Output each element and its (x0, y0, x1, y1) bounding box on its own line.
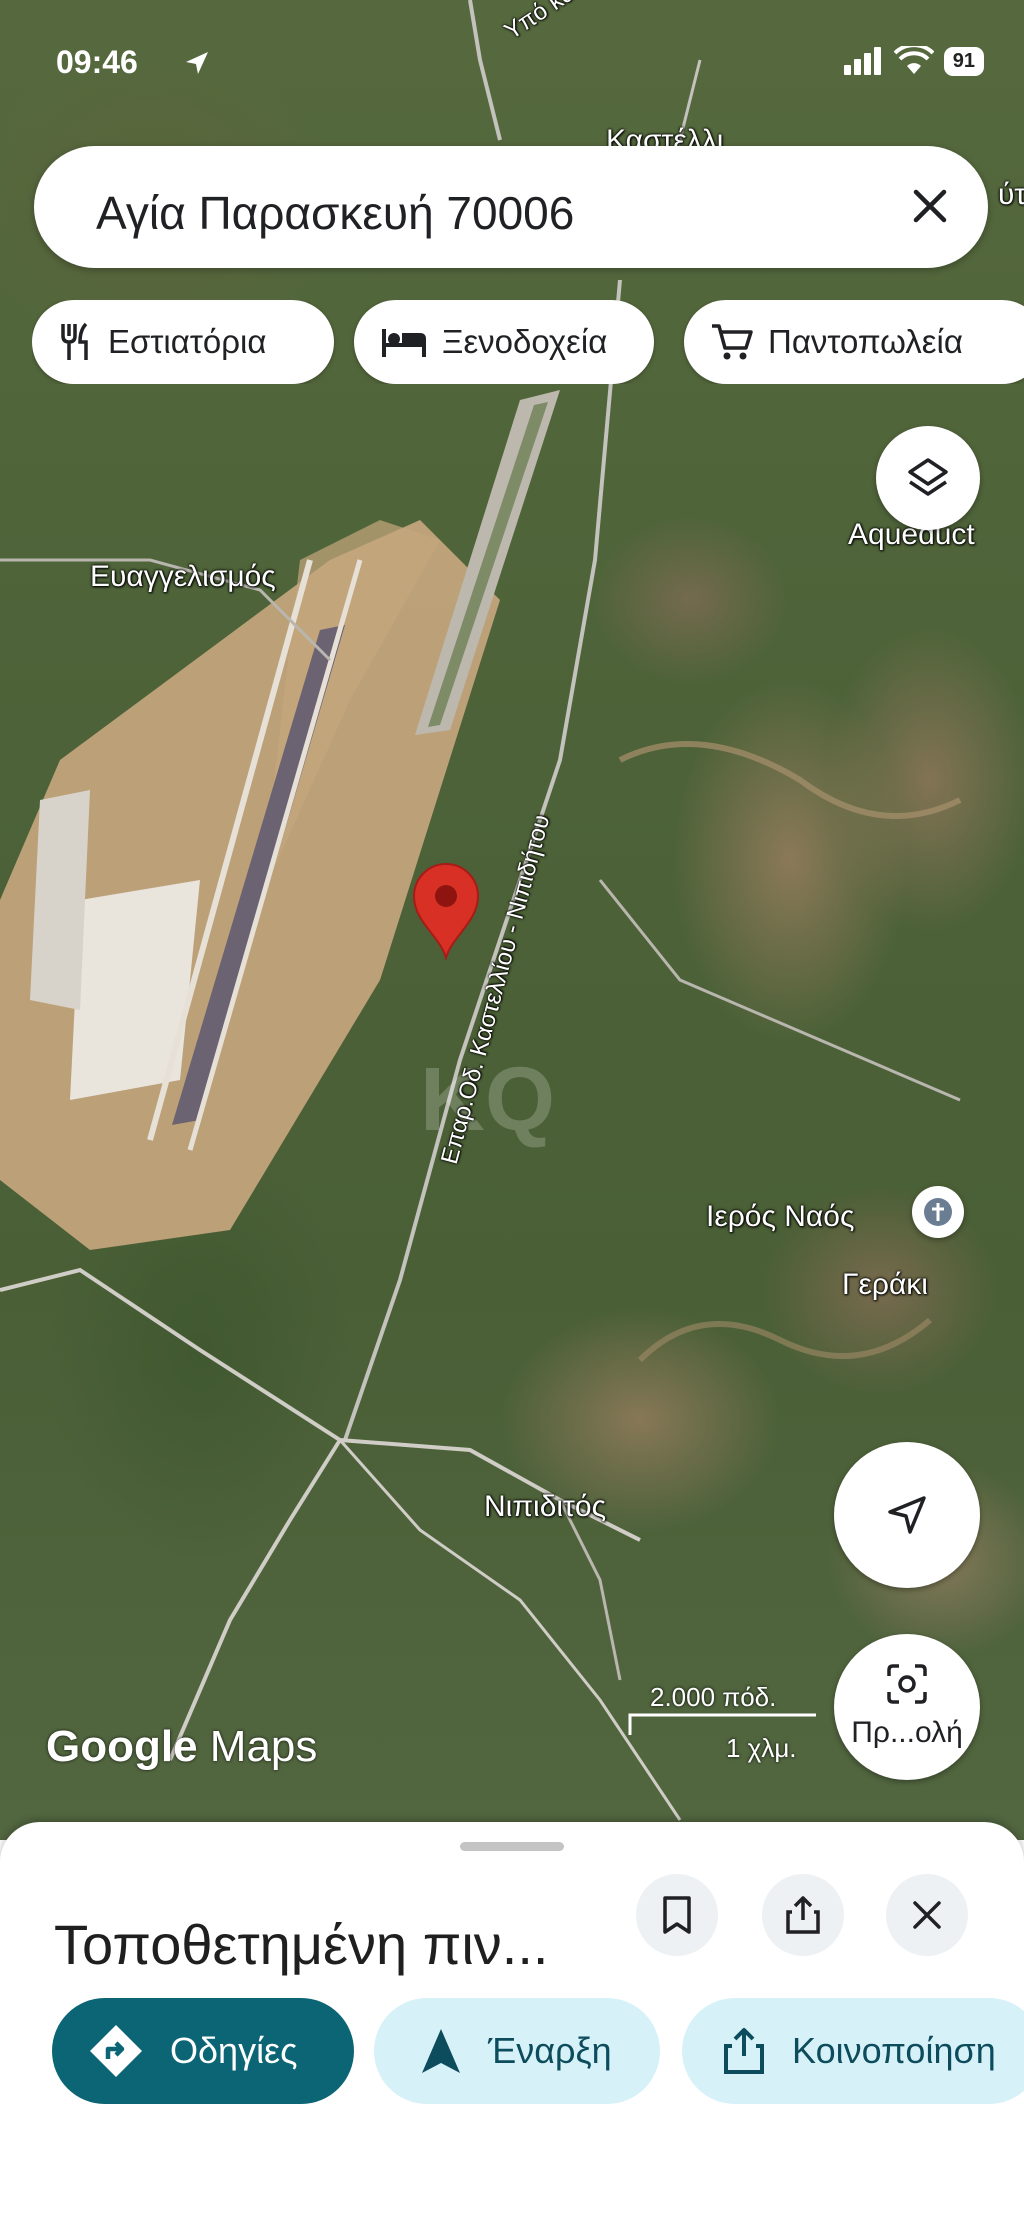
share-button[interactable]: Κοινοποίηση (682, 1998, 1024, 2104)
lens-button[interactable]: Πρ...ολή (834, 1634, 980, 1780)
category-chips: Εστιατόρια Ξενοδοχεία Παντοπωλεία (32, 300, 1024, 384)
directions-icon (90, 2025, 142, 2077)
map-label-edge-right: ύτ (998, 178, 1024, 211)
hotel-icon (382, 329, 426, 357)
lens-label: Πρ...ολή (851, 1716, 963, 1749)
brand-maps: Maps (209, 1722, 318, 1771)
close-sheet-button[interactable] (886, 1874, 968, 1956)
layers-icon (908, 458, 948, 496)
my-location-button[interactable] (834, 1442, 980, 1588)
chip-groceries[interactable]: Παντοπωλεία (684, 300, 1024, 384)
map-label-geraki[interactable]: Γεράκι (842, 1268, 928, 1302)
map-label-church[interactable]: Ιερός Ναός (706, 1200, 854, 1234)
lens-camera-icon (887, 1664, 927, 1704)
map-label-evangelismos[interactable]: Ευαγγελισμός (90, 560, 276, 594)
bookmark-icon (663, 1896, 691, 1934)
church-marker[interactable] (912, 1186, 964, 1238)
clear-search-button[interactable] (902, 178, 958, 234)
search-query[interactable]: Αγία Παρασκευή 70006 (96, 186, 574, 240)
map-scale: 2.000 πόδ. 1 χλμ. (628, 1682, 818, 1764)
chip-hotels[interactable]: Ξενοδοχεία (354, 300, 654, 384)
chip-restaurants[interactable]: Εστιατόρια (32, 300, 334, 384)
church-cross-icon (924, 1198, 952, 1226)
layers-button[interactable] (876, 426, 980, 530)
scale-km: 1 χλμ. (726, 1733, 797, 1763)
start-button[interactable]: Έναρξη (374, 1998, 660, 2104)
google-maps-logo: Google Maps (46, 1722, 317, 1772)
battery-level: 91 (943, 46, 984, 76)
drag-handle[interactable] (460, 1842, 564, 1851)
directions-label: Οδηγίες (170, 2030, 298, 2071)
close-icon (913, 189, 947, 223)
wifi-icon (893, 46, 934, 74)
navigation-icon (422, 2029, 460, 2073)
place-title: Τοποθετημένη πιν... (54, 1913, 549, 1976)
search-bar[interactable]: Αγία Παρασκευή 70006 (34, 146, 988, 268)
brand-google: Google (46, 1722, 198, 1771)
share-icon (724, 2028, 764, 2074)
start-label: Έναρξη (488, 2030, 612, 2071)
navigation-arrow-icon (888, 1496, 926, 1534)
status-time: 09:46 (56, 44, 138, 80)
chip-groceries-label: Παντοπωλεία (768, 323, 963, 360)
cart-icon (712, 324, 753, 360)
scale-feet: 2.000 πόδ. (650, 1682, 777, 1712)
location-pin-icon[interactable] (410, 862, 482, 960)
chip-hotels-label: Ξενοδοχεία (442, 323, 608, 360)
restaurant-icon (61, 322, 88, 360)
directions-button[interactable]: Οδηγίες (52, 1998, 354, 2104)
status-icons: 91 (843, 46, 984, 76)
close-icon (913, 1901, 941, 1929)
share-icon-button[interactable] (762, 1874, 844, 1956)
map-label-nipiditos[interactable]: Νιπιδιτός (484, 1490, 606, 1524)
chip-restaurants-label: Εστιατόρια (108, 323, 267, 360)
cellular-signal-icon (843, 47, 881, 75)
location-services-icon (186, 52, 208, 74)
share-label: Κοινοποίηση (792, 2030, 996, 2071)
share-icon (786, 1896, 820, 1934)
save-button[interactable] (636, 1874, 718, 1956)
